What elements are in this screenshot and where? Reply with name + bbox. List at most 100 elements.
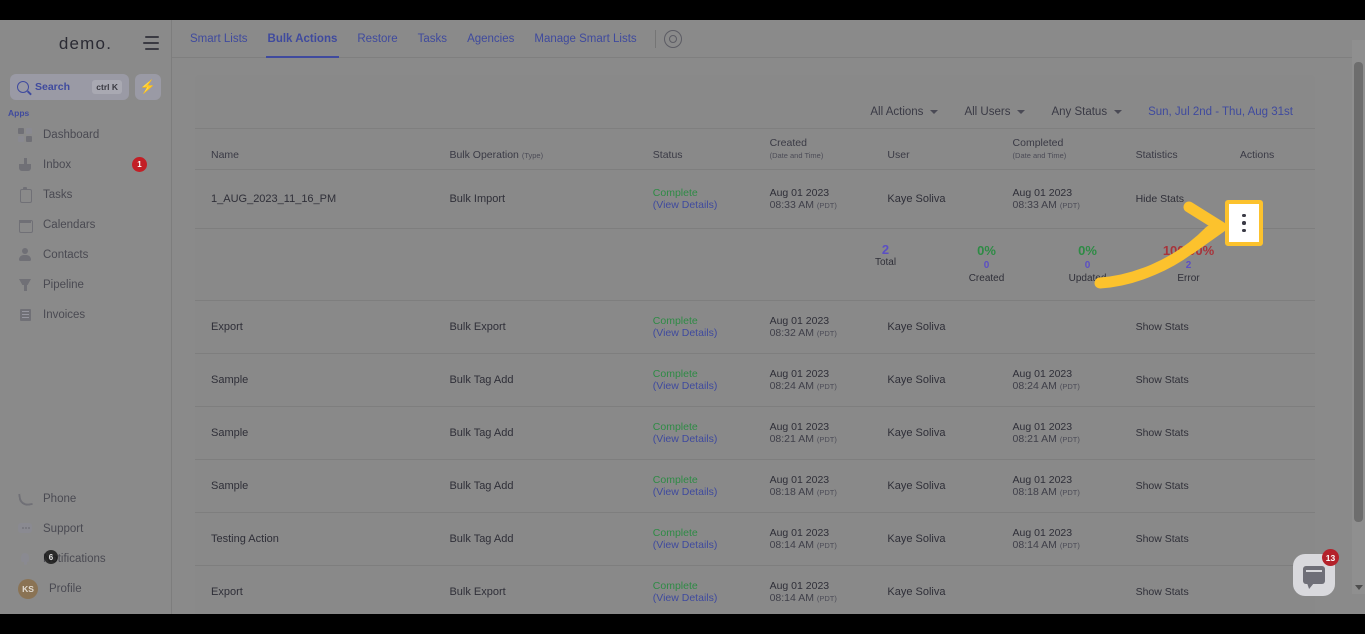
stats-toggle-link[interactable]: Show Stats: [1136, 427, 1189, 439]
cell-status: Complete (View Details): [652, 169, 770, 229]
stat-label: Total: [874, 257, 897, 268]
tab-tasks[interactable]: Tasks: [408, 20, 457, 58]
filter-all-actions[interactable]: All Actions: [870, 106, 939, 118]
tab-manage-smart-lists[interactable]: Manage Smart Lists: [524, 20, 646, 58]
sidebar-collapse-icon[interactable]: [143, 36, 159, 50]
support-icon: [18, 522, 32, 536]
cell-completed: Aug 01 2023 08:18 AM (PDT): [1012, 459, 1136, 513]
tab-agencies[interactable]: Agencies: [457, 20, 524, 58]
cell-operation: Bulk Export: [449, 300, 653, 354]
stats-toggle-link[interactable]: Show Stats: [1136, 533, 1189, 545]
cell-user: Kaye Soliva: [887, 300, 1013, 354]
stat-created: 0% 0 Created: [936, 243, 1037, 286]
cell-statistics: Show Stats: [1135, 459, 1240, 513]
stat-percent: 0%: [1078, 243, 1097, 258]
sidebar-item-support[interactable]: Support: [0, 514, 171, 544]
table-row[interactable]: 1_AUG_2023_11_16_PM Bulk Import Complete (V…: [195, 169, 1315, 229]
search-input[interactable]: Search ctrl K: [10, 74, 129, 100]
created-timezone: (PDT): [816, 329, 837, 338]
tab-restore[interactable]: Restore: [347, 20, 407, 58]
avatar: KS: [18, 579, 38, 599]
table-row[interactable]: Sample Bulk Tag Add Complete (View Details)…: [195, 459, 1315, 513]
sidebar-item-tasks[interactable]: Tasks: [0, 180, 171, 210]
sidebar-item-contacts[interactable]: Contacts: [0, 240, 171, 270]
vertical-scrollbar[interactable]: [1352, 40, 1365, 594]
toolbar-divider: [654, 29, 656, 48]
cell-statistics: Show Stats: [1135, 512, 1240, 566]
search-shortcut-badge: ctrl K: [92, 80, 122, 94]
stats-cell: 2 Total 0% 0 Created 0% 0 Updated 100.00% 2 Error: [195, 228, 1315, 301]
cell-status: Complete (View Details): [652, 353, 770, 407]
table-row[interactable]: Export Bulk Export Complete (View Details) A…: [195, 565, 1315, 614]
view-details-link[interactable]: (View Details): [653, 433, 770, 445]
sidebar-item-label: Profile: [49, 583, 82, 595]
cell-created: Aug 01 2023 08:33 AM (PDT): [769, 169, 888, 229]
date-range-picker[interactable]: Sun, Jul 2nd - Thu, Aug 31st: [1148, 106, 1293, 118]
actions-kebab-button-highlighted[interactable]: [1225, 200, 1263, 246]
scroll-down-arrow-icon[interactable]: [1355, 585, 1363, 590]
completed-date: Aug 01 2023: [1012, 368, 1073, 380]
cell-created: Aug 01 2023 08:14 AM (PDT): [769, 565, 888, 614]
sidebar-item-notifications[interactable]: 6 Notifications: [0, 544, 171, 574]
tab-bulk-actions[interactable]: Bulk Actions: [258, 20, 348, 58]
view-details-link[interactable]: (View Details): [653, 199, 770, 211]
sidebar-item-label: Invoices: [43, 309, 86, 321]
filter-all-users[interactable]: All Users: [964, 106, 1026, 118]
created-time: 08:32 AM (PDT): [770, 327, 888, 339]
cell-name: Sample: [195, 406, 450, 460]
cell-user: Kaye Soliva: [887, 406, 1013, 460]
stats-toggle-link[interactable]: Show Stats: [1136, 586, 1189, 598]
table-row[interactable]: Export Bulk Export Complete (View Details) A…: [195, 300, 1315, 354]
view-details-link[interactable]: (View Details): [653, 539, 770, 551]
tab-smart-lists[interactable]: Smart Lists: [180, 20, 258, 58]
view-details-link[interactable]: (View Details): [653, 327, 770, 339]
view-details-link[interactable]: (View Details): [653, 486, 770, 498]
sidebar-item-label: Pipeline: [43, 279, 84, 291]
cell-completed: Aug 01 2023 08:24 AM (PDT): [1012, 353, 1136, 407]
cell-completed: [1012, 565, 1136, 614]
quick-action-button[interactable]: ⚡: [135, 74, 161, 100]
lightning-icon: ⚡: [139, 79, 157, 94]
sidebar-item-pipeline[interactable]: Pipeline: [0, 270, 171, 300]
scrollbar-thumb[interactable]: [1354, 62, 1363, 522]
cell-status: Complete (View Details): [652, 512, 770, 566]
cell-user: Kaye Soliva: [887, 169, 1013, 229]
column-header-completed-label: Completed: [1012, 137, 1064, 149]
view-details-link[interactable]: (View Details): [653, 592, 770, 604]
chat-bubble-icon[interactable]: 13: [1293, 549, 1339, 596]
column-header-statistics: Statistics: [1135, 149, 1178, 161]
stats-toggle-link[interactable]: Show Stats: [1136, 480, 1189, 492]
completed-timezone: (PDT): [1059, 382, 1080, 391]
sidebar-item-phone[interactable]: Phone: [0, 484, 171, 514]
sidebar-item-calendars[interactable]: Calendars: [0, 210, 171, 240]
table-row[interactable]: Testing Action Bulk Tag Add Complete (View …: [195, 512, 1315, 566]
sidebar-item-dashboard[interactable]: Dashboard: [0, 120, 171, 150]
stats-toggle-link[interactable]: Show Stats: [1136, 374, 1189, 386]
gear-icon[interactable]: [663, 29, 682, 48]
cell-operation: Bulk Import: [449, 169, 653, 229]
stats-toggle-link[interactable]: Show Stats: [1136, 321, 1189, 333]
created-time: 08:21 AM (PDT): [770, 433, 888, 445]
sidebar-item-invoices[interactable]: Invoices: [0, 300, 171, 330]
table-row[interactable]: Sample Bulk Tag Add Complete (View Details)…: [195, 353, 1315, 407]
stats-toggle-link[interactable]: Hide Stats: [1136, 193, 1184, 205]
cell-status: Complete (View Details): [652, 406, 770, 460]
filter-any-status[interactable]: Any Status: [1051, 106, 1123, 118]
view-details-link[interactable]: (View Details): [653, 380, 770, 392]
created-time-value: 08:18 AM: [769, 486, 814, 498]
created-time-value: 08:24 AM: [769, 380, 814, 392]
created-timezone: (PDT): [816, 382, 837, 391]
sidebar-item-profile[interactable]: KS Profile: [0, 574, 171, 604]
created-date: Aug 01 2023: [769, 421, 830, 433]
sidebar-item-inbox[interactable]: Inbox 1: [0, 150, 171, 180]
inbox-badge: 1: [132, 157, 147, 172]
cell-operation: Bulk Tag Add: [449, 353, 653, 407]
stat-count: 2: [881, 242, 890, 257]
phone-icon: [18, 492, 32, 506]
table-row[interactable]: Sample Bulk Tag Add Complete (View Details)…: [195, 406, 1315, 460]
created-time-value: 08:32 AM: [769, 327, 814, 339]
cell-created: Aug 01 2023 08:32 AM (PDT): [769, 300, 888, 354]
chat-widget[interactable]: 13: [1293, 549, 1339, 596]
stat-updated: 0% 0 Updated: [1037, 243, 1138, 286]
cell-status: Complete (View Details): [652, 300, 770, 354]
